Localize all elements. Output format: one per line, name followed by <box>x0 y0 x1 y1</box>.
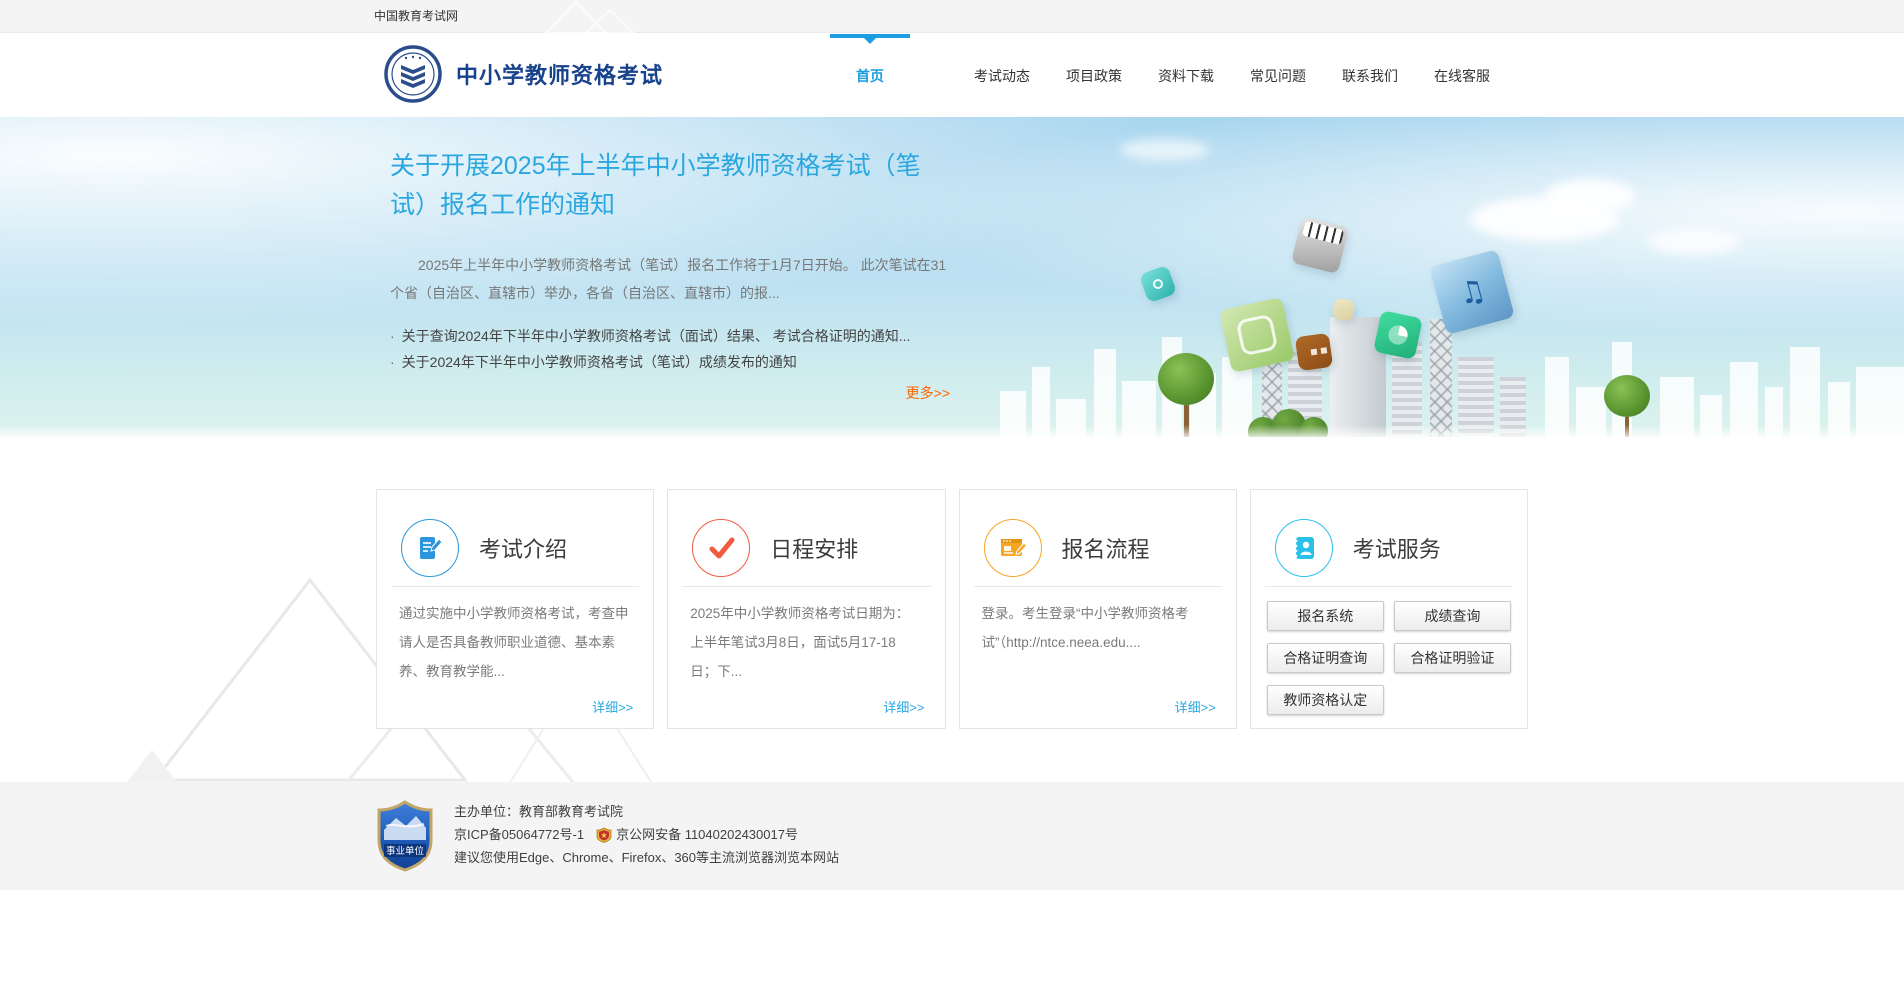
brown-cube-icon <box>1295 333 1333 371</box>
footer-police-record-link[interactable]: 京公网安备 11040202430017号 <box>616 823 798 846</box>
pie-chart-glyph <box>1384 321 1412 349</box>
header: 中小学教师资格考试 首页 考试动态 项目政策 资料下载 常见问题 联系我们 在线… <box>0 34 1904 117</box>
news-item-title: 关于查询2024年下半年中小学教师资格考试（面试）结果、 考试合格证明的通知..… <box>402 328 911 344</box>
nav-item-online-service[interactable]: 在线客服 <box>1430 34 1494 117</box>
service-notebook-person-icon <box>1275 519 1333 577</box>
page: 中国教育考试网 中小学教师资格考试 首页 考试动态 项目政策 资料下载 常见 <box>0 0 1904 985</box>
schedule-checkmark-icon <box>692 519 750 577</box>
card-head: 考试介绍 <box>377 490 653 586</box>
nav-item-downloads[interactable]: 资料下载 <box>1154 34 1218 117</box>
card-signup-process: 报名流程 登录。考生登录“中小学教师资格考试”（http://ntce.neea… <box>959 489 1237 729</box>
cloud-shape <box>1648 229 1740 255</box>
lattice-tower <box>1430 319 1452 437</box>
card-head: 考试服务 <box>1251 490 1527 586</box>
piano-cube-icon <box>1291 216 1349 274</box>
card-body-text: 2025年中小学教师资格考试日期为：上半年笔试3月8日，面试5月17-18日；下… <box>668 587 944 686</box>
footer: 事业单位 主办单位：教育部教育考试院 京ICP备05064772号-1 京公网安… <box>0 782 1904 890</box>
nav-item-home[interactable]: 首页 <box>830 34 910 117</box>
service-button-grid: 报名系统 成绩查询 合格证明查询 合格证明验证 教师资格认定 <box>1251 587 1527 715</box>
public-institution-badge-icon[interactable]: 事业单位 <box>376 800 434 872</box>
feature-cards: 考试介绍 通过实施中小学教师资格考试，考查申请人是否具备教师职业道德、基本素养、… <box>376 489 1528 729</box>
footer-browser-tip: 建议您使用Edge、Chrome、Firefox、360等主流浏览器浏览本网站 <box>454 846 839 869</box>
logo-emblem-icon <box>384 45 442 103</box>
footer-icp: 京ICP备05064772号-1 <box>454 823 584 846</box>
hero-banner: ♫ 关于开展2025年上半年中小学教师资格考试（笔试）报名工作的通知 2025年… <box>0 117 1904 437</box>
bullet-dot: · <box>390 328 395 344</box>
skyline-building <box>1094 349 1116 437</box>
detail-link[interactable]: 详细>> <box>592 697 633 716</box>
hero-headline-link[interactable]: 关于开展2025年上半年中小学教师资格考试（笔试）报名工作的通知 <box>390 147 950 225</box>
exam-intro-document-pencil-icon <box>401 519 459 577</box>
news-item-link[interactable]: · 关于2024年下半年中小学教师资格考试（笔试）成绩发布的通知 <box>390 349 950 375</box>
nav-item-contact[interactable]: 联系我们 <box>1338 34 1402 117</box>
hero-summary: 2025年上半年中小学教师资格考试（笔试）报名工作将于1月7日开始。 此次笔试在… <box>390 251 950 307</box>
nav-item-exam-news[interactable]: 考试动态 <box>970 34 1034 117</box>
card-title: 报名流程 <box>1062 532 1150 564</box>
pie-chart-cube-icon <box>1373 310 1423 360</box>
card-head: 报名流程 <box>960 490 1236 586</box>
footer-organizer: 主办单位：教育部教育考试院 <box>454 800 839 823</box>
score-query-button[interactable]: 成绩查询 <box>1394 601 1511 631</box>
nav-item-faq[interactable]: 常见问题 <box>1246 34 1310 117</box>
news-item-title: 关于2024年下半年中小学教师资格考试（笔试）成绩发布的通知 <box>402 354 797 370</box>
footer-inner: 事业单位 主办单位：教育部教育考试院 京ICP备05064772号-1 京公网安… <box>376 800 839 872</box>
detail-link[interactable]: 详细>> <box>883 697 924 716</box>
green-frame-cube-icon <box>1219 297 1295 373</box>
footer-text: 主办单位：教育部教育考试院 京ICP备05064772号-1 京公网安备 110… <box>454 800 839 872</box>
site-logo[interactable]: 中小学教师资格考试 <box>384 45 663 103</box>
certificate-query-button[interactable]: 合格证明查询 <box>1267 643 1384 673</box>
cloud-shape <box>1545 179 1635 213</box>
card-title: 考试介绍 <box>479 532 567 564</box>
teal-key-cube-icon <box>1139 265 1177 303</box>
nav-item-policies[interactable]: 项目政策 <box>1062 34 1126 117</box>
card-head: 日程安排 <box>668 490 944 586</box>
badge-label: 事业单位 <box>386 845 425 857</box>
certificate-verify-button[interactable]: 合格证明验证 <box>1394 643 1511 673</box>
card-exam-intro: 考试介绍 通过实施中小学教师资格考试，考查申请人是否具备教师职业道德、基本素养、… <box>376 489 654 729</box>
cloud-shape <box>1120 139 1210 161</box>
teacher-qualification-button[interactable]: 教师资格认定 <box>1267 685 1384 715</box>
site-title: 中小学教师资格考试 <box>456 58 663 90</box>
card-exam-services: 考试服务 报名系统 成绩查询 合格证明查询 合格证明验证 教师资格认定 <box>1250 489 1528 729</box>
card-title: 考试服务 <box>1353 532 1441 564</box>
signup-browser-pencil-icon <box>984 519 1042 577</box>
news-item-link[interactable]: · 关于查询2024年下半年中小学教师资格考试（面试）结果、 考试合格证明的通知.… <box>390 323 950 349</box>
skyline-building <box>1790 347 1820 437</box>
police-badge-icon <box>596 827 612 843</box>
more-link[interactable]: 更多>> <box>390 383 950 403</box>
topbar-triangle-decoration <box>540 0 640 33</box>
card-body-text: 通过实施中小学教师资格考试，考查申请人是否具备教师职业道德、基本素养、教育教学能… <box>377 587 653 686</box>
topbar: 中国教育考试网 <box>0 0 1904 33</box>
detail-link[interactable]: 详细>> <box>1175 697 1216 716</box>
topbar-site-link[interactable]: 中国教育考试网 <box>374 0 458 33</box>
signup-system-button[interactable]: 报名系统 <box>1267 601 1384 631</box>
card-schedule: 日程安排 2025年中小学教师资格考试日期为：上半年笔试3月8日，面试5月17-… <box>667 489 945 729</box>
main-nav: 首页 考试动态 项目政策 资料下载 常见问题 联系我们 在线客服 <box>830 34 1494 117</box>
card-title: 日程安排 <box>770 532 858 564</box>
hero-content: 关于开展2025年上半年中小学教师资格考试（笔试）报名工作的通知 2025年上半… <box>390 147 950 403</box>
card-body-text: 登录。考生登录“中小学教师资格考试”（http://ntce.neea.edu.… <box>960 587 1236 657</box>
bullet-dot: · <box>390 354 395 370</box>
hero-news-list: · 关于查询2024年下半年中小学教师资格考试（面试）结果、 考试合格证明的通知.… <box>390 323 950 375</box>
hero-bottom-fade <box>0 425 1904 437</box>
